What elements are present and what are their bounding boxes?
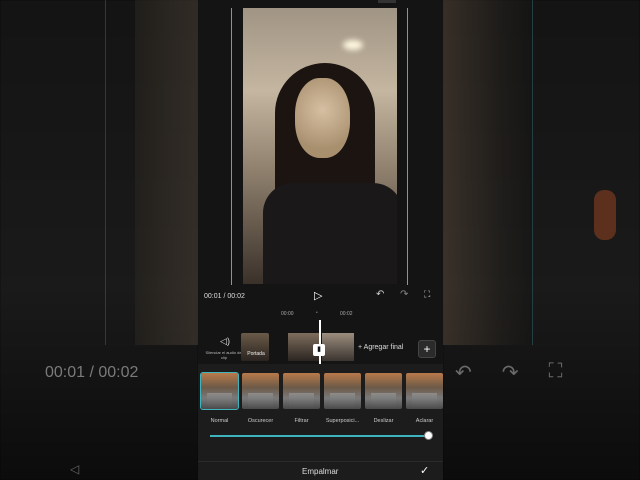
transition-option-overlay[interactable]: Superposici...	[324, 373, 361, 424]
transition-label: Aclarar	[415, 418, 434, 424]
undo-button[interactable]: ↶	[376, 289, 384, 300]
transition-thumbnail	[365, 373, 402, 409]
subject-body	[263, 183, 397, 284]
speaker-icon: ◁)	[220, 336, 230, 346]
background-icons: ↶ ↷ ⛶	[455, 360, 595, 388]
play-button[interactable]: ▷	[314, 289, 326, 303]
panel-title: Empalmar	[302, 467, 339, 476]
transition-option-normal[interactable]: Normal	[200, 372, 239, 424]
cover-label: Portada	[247, 351, 265, 357]
background-frame-line	[105, 0, 106, 345]
fullscreen-icon: ⛶	[548, 360, 563, 382]
ruler-tick-start: 00:00	[281, 311, 294, 317]
transition-label: Filtrar	[294, 418, 309, 424]
transition-options: Normal Oscurecer Filtrar Superposici... …	[200, 372, 443, 424]
transition-label: Deslizar	[373, 418, 394, 424]
background-time-display: 00:01 / 00:02	[45, 364, 139, 381]
background-photo-right	[443, 0, 533, 345]
top-handle	[378, 0, 396, 3]
playback-controls: 00:01 / 00:02 ▷ ↶ ↷ ⛶	[198, 288, 443, 306]
video-preview[interactable]	[243, 8, 397, 284]
duration-slider-track[interactable]	[210, 435, 427, 437]
mute-label: Silenciar el audio del clip	[205, 350, 243, 360]
transition-thumbnail	[242, 373, 279, 409]
redo-icon: ↷	[501, 362, 519, 384]
clip-frame	[321, 333, 354, 361]
transition-panel: Normal Oscurecer Filtrar Superposici... …	[198, 364, 443, 480]
transition-option-slide[interactable]: Deslizar	[365, 373, 402, 424]
light-glow	[343, 40, 363, 50]
transition-thumbnail	[324, 373, 361, 409]
transition-thumbnail	[200, 372, 239, 410]
transition-thumbnail	[283, 373, 320, 409]
undo-icon: ↶	[455, 362, 472, 384]
background-frame-line	[532, 0, 533, 345]
add-final-button[interactable]: + Agregar final	[358, 344, 403, 351]
time-ruler: 00:00 • 00:02	[198, 310, 443, 320]
duration-slider-knob[interactable]	[424, 431, 433, 440]
speaker-icon: ◁	[70, 462, 80, 476]
time-display: 00:01 / 00:02	[204, 293, 245, 300]
timeline: ◁) Silenciar el audio del clip Portada ▮…	[198, 320, 443, 368]
ruler-tick-dot: •	[316, 310, 318, 316]
transition-thumbnail	[406, 373, 443, 409]
panel-footer: Empalmar ✓	[198, 461, 443, 480]
transition-option-filter[interactable]: Filtrar	[283, 373, 320, 424]
transition-option-lighten[interactable]: Aclarar	[406, 373, 443, 424]
add-clip-button[interactable]: +	[418, 340, 436, 358]
background-bottom-icons: ◁	[70, 462, 190, 480]
transition-label: Superposici...	[325, 418, 360, 424]
transition-label: Normal	[210, 418, 229, 424]
fullscreen-button[interactable]: ⛶	[424, 289, 430, 300]
transition-label: Oscurecer	[247, 418, 274, 424]
redo-button[interactable]: ↷	[400, 289, 408, 300]
background-photo-left	[135, 0, 198, 345]
mute-button[interactable]: ◁)	[210, 336, 240, 347]
confirm-button[interactable]: ✓	[420, 464, 429, 477]
transition-option-darken[interactable]: Oscurecer	[242, 373, 279, 424]
editor-panel: 00:01 / 00:02 ▷ ↶ ↷ ⛶ 00:00 • 00:02 ◁) S…	[198, 0, 443, 480]
subject-face	[295, 78, 350, 158]
background-blur-accent	[594, 190, 616, 240]
transition-icon[interactable]: ▮	[313, 344, 325, 356]
ruler-tick-end: 00:02	[340, 311, 353, 317]
